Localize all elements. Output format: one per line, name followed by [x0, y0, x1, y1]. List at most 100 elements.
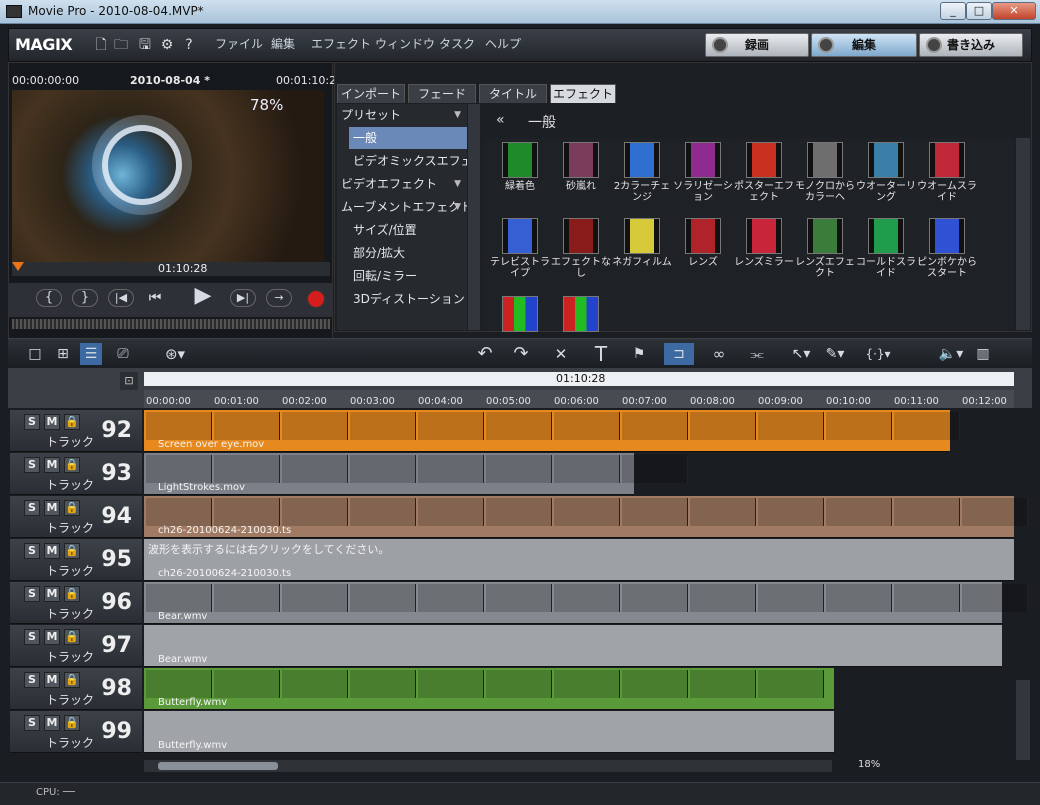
track-clip[interactable]: ch26-20100624-210030.ts	[144, 496, 1028, 538]
effect-tile[interactable]: ソラリゼーション	[673, 142, 733, 203]
track-lock-icon[interactable]: 🔒	[64, 457, 80, 473]
playhead-marker[interactable]	[12, 262, 24, 271]
menu-window[interactable]: ウィンドウ	[375, 35, 435, 52]
link-icon[interactable]: ∞	[708, 343, 730, 365]
effect-tile[interactable]: ウオーターリング	[856, 142, 916, 203]
effect-tile[interactable]: ネガフィルム	[612, 218, 672, 268]
effect-tile[interactable]: 2カラーチェンジ	[612, 142, 672, 203]
open-folder-icon[interactable]: 🗀	[113, 37, 129, 53]
track-lock-icon[interactable]: 🔒	[64, 586, 80, 602]
timeline-vscrollbar[interactable]	[1016, 680, 1030, 760]
unlink-icon[interactable]: ⫘	[746, 343, 768, 365]
mute-button[interactable]: M	[44, 629, 60, 645]
track-clip[interactable]: Butterfly.wmv	[144, 668, 834, 710]
track-lock-icon[interactable]: 🔒	[64, 414, 80, 430]
menu-help[interactable]: ヘルプ	[485, 35, 521, 52]
maximize-button[interactable]: □	[966, 2, 992, 20]
menu-edit[interactable]: 編集	[271, 35, 295, 52]
solo-button[interactable]: S	[24, 500, 40, 516]
track-lock-icon[interactable]: 🔒	[64, 500, 80, 516]
effect-tile[interactable]: レンズ	[673, 218, 733, 268]
pointer-tool-icon[interactable]: ↖▾	[786, 343, 816, 365]
lock-icon[interactable]: ⊡	[120, 372, 138, 390]
effect-tile[interactable]: モノクロからカラーへ	[795, 142, 855, 203]
effect-tile[interactable]: ピンボケからスタート	[917, 218, 977, 279]
minimize-button[interactable]: _	[940, 2, 966, 20]
category-3d-distortion[interactable]: 3Dディストーション	[337, 288, 467, 310]
category-rotate-mirror[interactable]: 回転/ミラー	[337, 265, 467, 287]
hscroll-thumb[interactable]	[158, 762, 278, 770]
edit-mode-button[interactable]: 編集	[811, 33, 917, 57]
effect-tile[interactable]: レンズミラー	[734, 218, 794, 268]
go-start-button[interactable]: ⏮	[144, 287, 166, 309]
menu-effects[interactable]: エフェクト	[311, 35, 371, 52]
close-button[interactable]: ✕	[992, 2, 1036, 20]
go-end-button[interactable]: →	[266, 289, 292, 307]
settings-icon[interactable]: ⚙	[159, 37, 175, 53]
marker-flag-icon[interactable]: ⚑	[628, 343, 650, 365]
play-button[interactable]: ▶	[188, 285, 218, 307]
delete-icon[interactable]: ✕	[550, 343, 572, 365]
effect-tile[interactable]: ポスターエフェクト	[734, 142, 794, 203]
category-zoom[interactable]: 部分/拡大	[337, 242, 467, 264]
help-cursor-icon[interactable]: ?	[181, 37, 197, 53]
range-bar[interactable]: 01:10:28	[144, 372, 1014, 386]
solo-button[interactable]: S	[24, 715, 40, 731]
category-scrollbar[interactable]	[468, 104, 480, 330]
track-clip[interactable]: Bear.wmv	[144, 582, 1028, 624]
track-lock-icon[interactable]: 🔒	[64, 543, 80, 559]
next-marker-button[interactable]: ▶|	[230, 289, 256, 307]
mute-button[interactable]: M	[44, 414, 60, 430]
track-clip[interactable]: Butterfly.wmv	[144, 711, 834, 753]
effect-tile[interactable]: 緑着色	[490, 142, 550, 192]
mark-out-button[interactable]: }	[72, 289, 98, 307]
category-video-mix[interactable]: ビデオミックスエフェク	[337, 150, 467, 172]
mute-button[interactable]: M	[44, 672, 60, 688]
category-video-effects[interactable]: ビデオエフェクト ▼	[337, 173, 467, 195]
ripple-mode-icon[interactable]: ⊐	[664, 343, 694, 365]
back-chevron-icon[interactable]: «	[496, 112, 505, 128]
record-mode-button[interactable]: 録画	[705, 33, 809, 57]
category-movement-effects[interactable]: ムーブメントエフェクト ▼	[337, 196, 467, 218]
solo-button[interactable]: S	[24, 586, 40, 602]
solo-button[interactable]: S	[24, 629, 40, 645]
cut-tool-icon[interactable]: ✎▾	[820, 343, 850, 365]
solo-button[interactable]: S	[24, 543, 40, 559]
tab-import[interactable]: インポート	[337, 84, 405, 103]
solo-button[interactable]: S	[24, 672, 40, 688]
mute-button[interactable]: M	[44, 715, 60, 731]
undo-icon[interactable]: ↶	[474, 343, 496, 365]
mark-in-button[interactable]: {	[36, 289, 62, 307]
timeline-view-icon[interactable]: ☰	[80, 343, 102, 365]
category-presets[interactable]: プリセット ▼	[337, 104, 467, 126]
track-lock-icon[interactable]: 🔒	[64, 715, 80, 731]
redo-icon[interactable]: ↷	[510, 343, 532, 365]
text-title-icon[interactable]: T	[590, 343, 612, 365]
edit-mode-icon[interactable]: {·}▾	[860, 343, 896, 365]
menu-file[interactable]: ファイル	[215, 35, 263, 52]
track-lock-icon[interactable]: 🔒	[64, 672, 80, 688]
track-lock-icon[interactable]: 🔒	[64, 629, 80, 645]
prev-marker-button[interactable]: |◀	[108, 289, 134, 307]
position-slider[interactable]: 01:10:28	[12, 262, 330, 276]
track-clip[interactable]: LightStrokes.mov	[144, 453, 688, 495]
jog-shuttle[interactable]	[12, 319, 330, 329]
effect-tile[interactable]: ウオームスライド	[917, 142, 977, 203]
category-size-position[interactable]: サイズ/位置	[337, 219, 467, 241]
new-file-icon[interactable]: 🗋	[93, 37, 109, 53]
timeline-ruler[interactable]: ⊡ 01:10:28 00:00:00 00:01:00 00:02:00 00…	[8, 368, 1032, 408]
timeline-hscrollbar[interactable]	[144, 760, 832, 772]
track-clip[interactable]: Bear.wmv	[144, 625, 1002, 667]
track-clip[interactable]: 波形を表示するには右クリックをしてください。 ch26-20100624-2100…	[144, 539, 1014, 581]
volume-icon[interactable]: 🔈▾	[938, 343, 964, 365]
effect-tile[interactable]: テレビストライプ	[490, 218, 550, 279]
tab-fade[interactable]: フェード	[408, 84, 476, 103]
burn-mode-button[interactable]: 書き込み	[919, 33, 1023, 57]
effect-tile[interactable]: エフェクトなし	[551, 218, 611, 279]
solo-button[interactable]: S	[24, 414, 40, 430]
mute-button[interactable]: M	[44, 500, 60, 516]
effect-tile[interactable]: 砂嵐れ	[551, 142, 611, 192]
effect-tile[interactable]: コールドスライド	[856, 218, 916, 279]
mute-button[interactable]: M	[44, 586, 60, 602]
menu-task[interactable]: タスク	[439, 35, 475, 52]
